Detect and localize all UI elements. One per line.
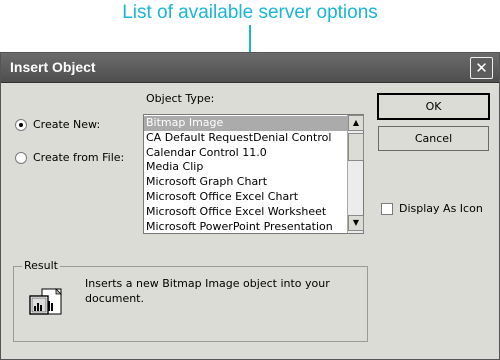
scroll-up-button[interactable]: ▲: [348, 115, 364, 131]
scroll-down-button[interactable]: ▼: [348, 215, 364, 231]
result-legend: Result: [22, 259, 60, 272]
cancel-button[interactable]: Cancel: [378, 126, 489, 151]
create-from-file-label: Create from File:: [33, 151, 125, 164]
ok-button[interactable]: OK: [377, 93, 490, 120]
create-new-label: Create New:: [33, 118, 101, 131]
display-as-icon-checkbox[interactable]: [381, 203, 393, 215]
list-item[interactable]: Microsoft PowerPoint Presentation: [144, 220, 347, 235]
create-new-option[interactable]: Create New:: [15, 118, 100, 131]
list-item[interactable]: Microsoft Office Excel Chart: [144, 190, 347, 205]
display-as-icon-label: Display As Icon: [399, 202, 483, 215]
scroll-down-arrow-icon: ▼: [352, 218, 360, 227]
create-new-radio[interactable]: [15, 118, 27, 131]
result-description-line: document.: [85, 292, 144, 305]
dialog-title: Insert Object: [10, 59, 96, 75]
listbox-scrollbar[interactable]: ▲ ▼: [347, 115, 364, 233]
object-type-listbox[interactable]: Bitmap Image CA Default RequestDenial Co…: [143, 114, 364, 234]
result-description-line: Inserts a new Bitmap Image object into y…: [85, 277, 330, 290]
insert-object-result-icon: [28, 286, 64, 321]
insert-object-dialog: Insert Object ✕ Create New: Create from …: [0, 52, 500, 360]
result-description: Inserts a new Bitmap Image object into y…: [85, 276, 345, 306]
object-type-label: Object Type:: [146, 92, 215, 105]
list-item[interactable]: Microsoft Graph Chart: [144, 175, 347, 190]
close-button[interactable]: ✕: [470, 57, 493, 79]
list-item[interactable]: CA Default RequestDenial Control: [144, 131, 347, 146]
list-item[interactable]: Media Clip: [144, 160, 347, 175]
list-item[interactable]: Calendar Control 11.0: [144, 146, 347, 161]
scroll-thumb[interactable]: [348, 133, 364, 161]
result-group: Result Inserts a new Bitmap Image object…: [13, 259, 368, 342]
list-item[interactable]: Microsoft Office Excel Worksheet: [144, 205, 347, 220]
scroll-up-arrow-icon: ▲: [352, 118, 360, 127]
close-icon: ✕: [475, 59, 488, 77]
create-from-file-option[interactable]: Create from File:: [15, 151, 124, 164]
callout-caption: List of available server options: [122, 2, 378, 23]
create-from-file-radio[interactable]: [15, 151, 27, 164]
list-item[interactable]: Bitmap Image: [144, 116, 347, 131]
title-bar[interactable]: Insert Object ✕: [1, 53, 499, 83]
